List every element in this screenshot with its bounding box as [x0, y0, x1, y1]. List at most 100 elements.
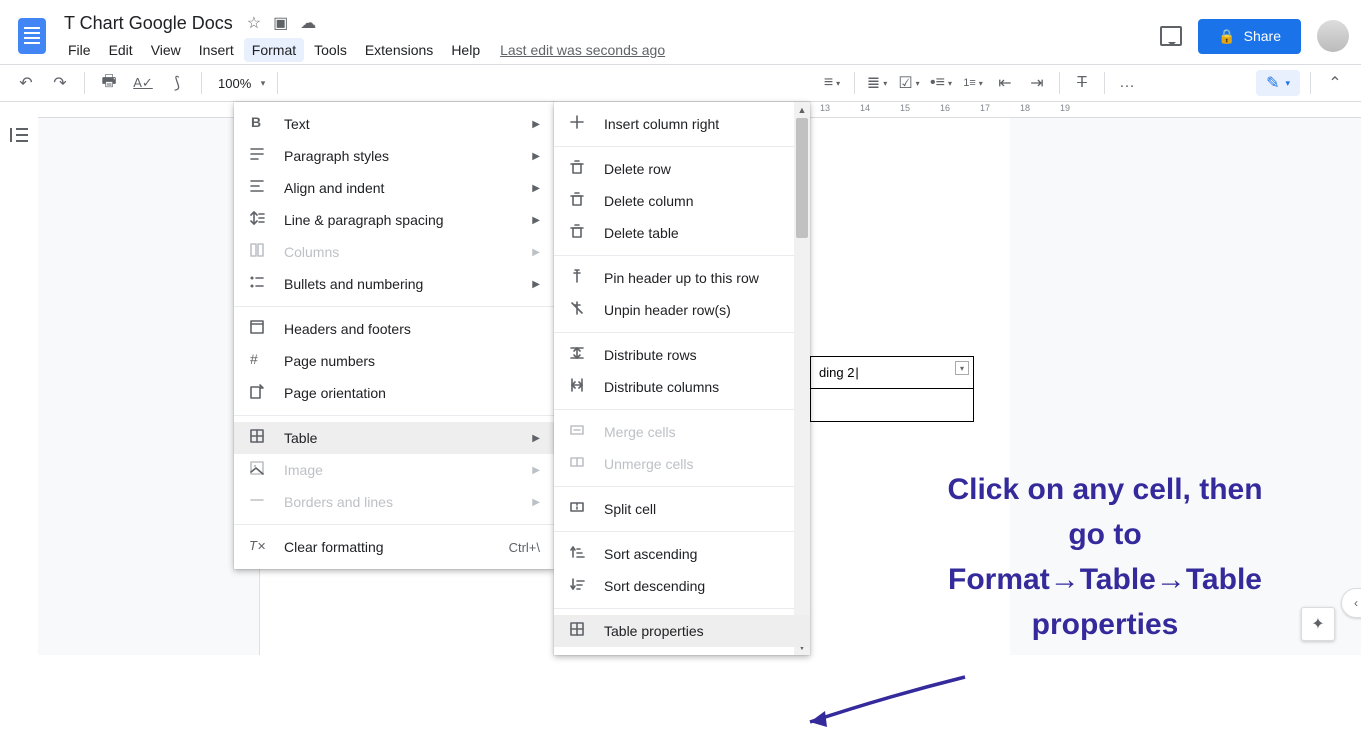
collapse-toolbar-button[interactable]: ⌃: [1321, 69, 1349, 97]
menu-item-label: Line & paragraph spacing: [284, 212, 444, 228]
table-submenu-popup: ▲ ▼ Insert column rightDelete rowDelete …: [554, 102, 810, 655]
menu-item-label: Distribute rows: [604, 347, 697, 363]
table-sub-item-insert-column-right[interactable]: Insert column right: [554, 108, 810, 140]
spellcheck-button[interactable]: A✓: [129, 69, 157, 97]
trash-icon: [568, 222, 586, 244]
docs-logo[interactable]: [12, 16, 52, 56]
menu-view[interactable]: View: [143, 38, 189, 62]
outline-toggle-icon[interactable]: [10, 128, 28, 142]
format-item-text[interactable]: BText▶: [234, 108, 554, 140]
table-sub-separator: [554, 486, 810, 487]
submenu-arrow-icon: ▶: [532, 497, 540, 508]
menu-extensions[interactable]: Extensions: [357, 38, 441, 62]
left-sidebar: [0, 102, 38, 655]
format-separator: [234, 524, 554, 525]
document-title[interactable]: T Chart Google Docs: [60, 11, 237, 36]
submenu-arrow-icon: ▶: [532, 465, 540, 476]
format-item-table[interactable]: Table▶: [234, 422, 554, 454]
menu-item-label: Table properties: [604, 623, 704, 639]
redo-button[interactable]: ↷: [46, 69, 74, 97]
align-button[interactable]: ≡: [818, 69, 846, 97]
toolbar: ↶ ↷ 🖶 A✓ ⟆ 100% ≡ ≣ ☑ •≡ 1≡ ⇤ ⇥ T … ✎ ▾ …: [0, 64, 1361, 102]
table-sub-item-split-cell[interactable]: Split cell: [554, 493, 810, 525]
table-sub-item-delete-column[interactable]: Delete column: [554, 185, 810, 217]
align-icon: [248, 177, 266, 199]
bulleted-list-button[interactable]: •≡: [927, 69, 955, 97]
bold-icon: B: [248, 113, 266, 135]
menu-item-label: Split cell: [604, 501, 656, 517]
menu-item-label: Paragraph styles: [284, 148, 389, 164]
editing-mode-chip[interactable]: ✎ ▾: [1256, 70, 1300, 96]
sortdesc-icon: [568, 575, 586, 597]
share-button[interactable]: 🔒 Share: [1198, 19, 1301, 54]
hash-icon: #: [248, 350, 266, 372]
menu-insert[interactable]: Insert: [191, 38, 242, 62]
paint-format-button[interactable]: ⟆: [163, 69, 191, 97]
menu-tools[interactable]: Tools: [306, 38, 355, 62]
submenu-arrow-icon: ▶: [532, 119, 540, 130]
indent-decrease-button[interactable]: ⇤: [991, 69, 1019, 97]
star-icon[interactable]: ☆: [247, 13, 261, 33]
print-button[interactable]: 🖶: [95, 69, 123, 97]
table-sub-item-pin-header-up-to-this-row[interactable]: Pin header up to this row: [554, 262, 810, 294]
unpin-icon: [568, 299, 586, 321]
hf-icon: [248, 318, 266, 340]
undo-button[interactable]: ↶: [12, 69, 40, 97]
last-edit-link[interactable]: Last edit was seconds ago: [500, 42, 665, 58]
table-sub-item-unpin-header-row-s-[interactable]: Unpin header row(s): [554, 294, 810, 326]
indent-increase-button[interactable]: ⇥: [1023, 69, 1051, 97]
clear-icon: T✕: [248, 536, 266, 558]
format-item-page-orientation[interactable]: Page orientation: [234, 377, 554, 409]
menu-format[interactable]: Format: [244, 38, 304, 62]
cloud-status-icon[interactable]: ☁: [300, 13, 316, 33]
shortcut-label: Ctrl+\: [509, 540, 540, 555]
table-icon: [568, 620, 586, 642]
cell-options-dropdown-icon[interactable]: ▾: [955, 361, 969, 375]
annot-line1: Click on any cell, then: [865, 467, 1345, 512]
format-item-align-and-indent[interactable]: Align and indent▶: [234, 172, 554, 204]
table-sub-item-delete-row[interactable]: Delete row: [554, 153, 810, 185]
ruler-mark: 17: [980, 103, 990, 113]
clear-format-button[interactable]: T: [1068, 69, 1096, 97]
menu-item-label: Bullets and numbering: [284, 276, 423, 292]
format-item-clear-formatting[interactable]: T✕ Clear formatting Ctrl+\: [234, 531, 554, 563]
table-sub-item-merge-cells: Merge cells: [554, 416, 810, 448]
format-item-paragraph-styles[interactable]: Paragraph styles▶: [234, 140, 554, 172]
format-item-headers-and-footers[interactable]: Headers and footers: [234, 313, 554, 345]
table-sub-item-distribute-columns[interactable]: Distribute columns: [554, 371, 810, 403]
numbered-list-button[interactable]: 1≡: [959, 69, 987, 97]
table-sub-item-table-properties[interactable]: Table properties: [554, 615, 810, 647]
ruler-mark: 13: [820, 103, 830, 113]
doc-table-fragment[interactable]: ding 2|▾: [810, 356, 974, 422]
menu-item-label: Clear formatting: [284, 539, 384, 555]
unmerge-icon: [568, 453, 586, 475]
table-sub-separator: [554, 409, 810, 410]
menu-file[interactable]: File: [60, 38, 99, 62]
menu-help[interactable]: Help: [443, 38, 488, 62]
table-sub-item-sort-descending[interactable]: Sort descending: [554, 570, 810, 602]
table-sub-item-delete-table[interactable]: Delete table: [554, 217, 810, 249]
line-spacing-button[interactable]: ≣: [863, 69, 891, 97]
comment-history-icon[interactable]: [1160, 26, 1182, 46]
table-sub-separator: [554, 146, 810, 147]
pencil-icon: ✎: [1266, 73, 1279, 93]
format-item-page-numbers[interactable]: #Page numbers: [234, 345, 554, 377]
account-avatar[interactable]: [1317, 20, 1349, 52]
more-toolbar-button[interactable]: …: [1113, 69, 1141, 97]
move-icon[interactable]: ▣: [273, 13, 288, 33]
menu-item-label: Unpin header row(s): [604, 302, 731, 318]
zoom-select[interactable]: 100%: [212, 76, 267, 91]
svg-text:B: B: [251, 114, 261, 130]
bullets-icon: [248, 273, 266, 295]
explore-button[interactable]: ✦: [1301, 607, 1335, 641]
table-sub-item-distribute-rows[interactable]: Distribute rows: [554, 339, 810, 371]
trash-icon: [568, 190, 586, 212]
format-item-bullets-and-numbering[interactable]: Bullets and numbering▶: [234, 268, 554, 300]
table-sub-item-sort-ascending[interactable]: Sort ascending: [554, 538, 810, 570]
orient-icon: [248, 382, 266, 404]
format-item-line-paragraph-spacing[interactable]: Line & paragraph spacing▶: [234, 204, 554, 236]
submenu-arrow-icon: ▶: [532, 433, 540, 444]
checklist-button[interactable]: ☑: [895, 69, 923, 97]
menu-item-label: Delete table: [604, 225, 679, 241]
menu-edit[interactable]: Edit: [101, 38, 141, 62]
